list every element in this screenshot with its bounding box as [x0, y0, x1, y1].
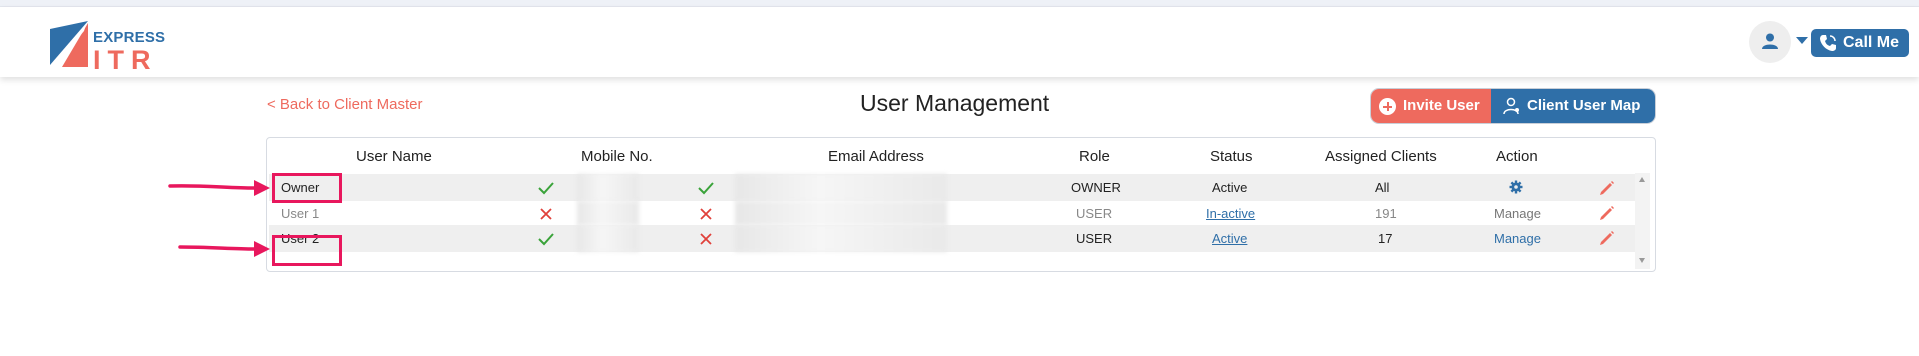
edit-pencil-icon[interactable]	[1599, 205, 1615, 221]
role-cell: USER	[1076, 206, 1113, 221]
express-itr-logo[interactable]: EXPRESS ITR	[48, 21, 168, 75]
email-unverified-cross-icon	[700, 233, 712, 245]
page-title: User Management	[860, 90, 1050, 116]
phone-icon	[1820, 35, 1836, 51]
call-me-button[interactable]: Call Me	[1811, 29, 1909, 57]
col-user-name: User Name	[356, 148, 432, 165]
user-name-cell: User 1	[281, 206, 320, 221]
assigned-clients-cell: 191	[1375, 206, 1397, 221]
edit-pencil-icon[interactable]	[1599, 230, 1615, 246]
table-row[interactable]: User 2 USER Active 17 Manage	[269, 225, 1635, 252]
scroll-up-arrow-icon[interactable]	[1639, 177, 1645, 182]
highlight-box-owner	[272, 173, 342, 203]
user-map-icon	[1503, 97, 1519, 115]
edit-pencil-icon[interactable]	[1599, 180, 1615, 196]
logo-text-express: EXPRESS	[93, 29, 166, 46]
scroll-down-arrow-icon[interactable]	[1639, 258, 1645, 263]
user-avatar[interactable]	[1749, 21, 1791, 63]
plus-circle-icon	[1379, 98, 1396, 115]
annotation-arrow-icon	[168, 180, 270, 196]
logo-mark-icon	[50, 21, 88, 67]
email-verified-check-icon	[698, 182, 714, 195]
email-redacted	[735, 174, 947, 201]
status-link[interactable]: Active	[1212, 231, 1247, 246]
manage-link[interactable]: Manage	[1494, 206, 1541, 221]
role-cell: USER	[1076, 231, 1113, 246]
highlight-box-user-2	[272, 235, 342, 266]
col-mobile: Mobile No.	[581, 148, 653, 165]
col-action: Action	[1496, 148, 1538, 165]
email-redacted	[735, 201, 947, 225]
gear-icon[interactable]	[1509, 180, 1523, 194]
invite-user-button[interactable]: Invite User	[1371, 89, 1491, 123]
table-row[interactable]: User 1 USER In-active 191 Manage	[269, 201, 1635, 225]
manage-link[interactable]: Manage	[1494, 231, 1541, 246]
mobile-number-redacted	[577, 225, 639, 252]
action-button-group: Invite User Client User Map	[1370, 88, 1656, 124]
client-user-map-button[interactable]: Client User Map	[1491, 89, 1655, 123]
status-cell: Active	[1212, 180, 1248, 195]
mobile-number-redacted	[577, 201, 639, 225]
email-redacted	[735, 225, 947, 252]
status-link[interactable]: In-active	[1206, 206, 1255, 221]
col-status: Status	[1210, 148, 1253, 165]
col-email: Email Address	[828, 148, 924, 165]
invite-user-label: Invite User	[1403, 97, 1480, 114]
app-header: EXPRESS ITR Call Me	[0, 7, 1919, 77]
back-to-client-master-link[interactable]: < Back to Client Master	[267, 96, 422, 113]
client-user-map-label: Client User Map	[1527, 97, 1641, 114]
user-icon	[1762, 33, 1778, 49]
table-scrollbar[interactable]	[1635, 173, 1650, 269]
col-assigned-clients: Assigned Clients	[1325, 148, 1437, 165]
email-unverified-cross-icon	[700, 208, 712, 220]
mobile-unverified-cross-icon	[540, 208, 552, 220]
logo-text-itr: ITR	[93, 45, 158, 75]
annotation-arrow-icon	[178, 241, 270, 257]
top-strip	[0, 0, 1919, 7]
chevron-down-icon[interactable]	[1796, 37, 1808, 44]
user-table: User Name Mobile No. Email Address Role …	[266, 137, 1656, 272]
mobile-verified-check-icon	[538, 182, 554, 195]
role-cell: OWNER	[1071, 180, 1121, 195]
col-role: Role	[1079, 148, 1110, 165]
mobile-number-redacted	[577, 174, 639, 201]
assigned-clients-cell: 17	[1378, 231, 1393, 246]
call-me-label: Call Me	[1843, 34, 1900, 51]
assigned-clients-cell: All	[1375, 180, 1390, 195]
mobile-verified-check-icon	[538, 233, 554, 246]
table-row[interactable]: Owner OWNER Active All	[269, 174, 1635, 201]
